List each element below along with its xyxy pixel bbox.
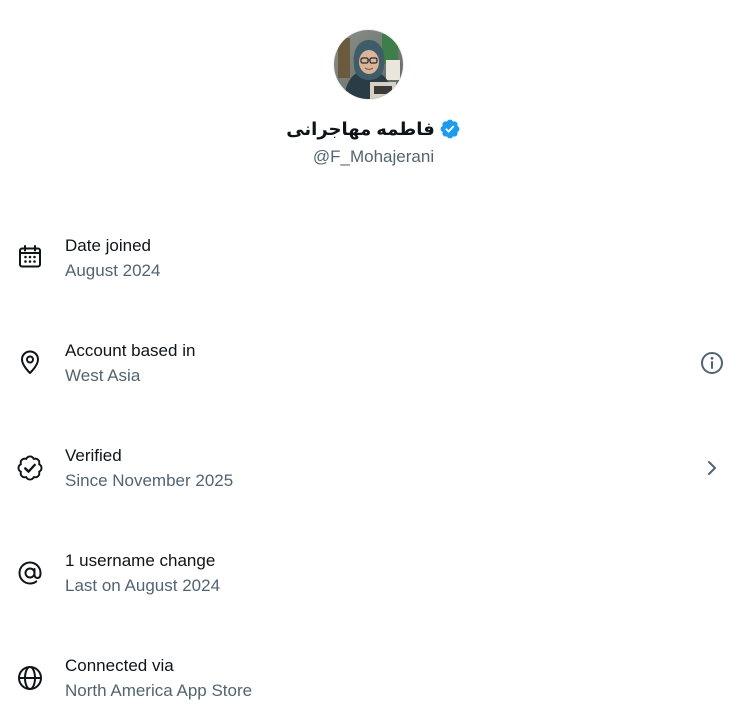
avatar-image — [334, 30, 403, 99]
verified-badge-icon[interactable] — [439, 118, 461, 140]
row-username-change: 1 username change Last on August 2024 — [0, 540, 747, 610]
row-title: Date joined — [65, 236, 152, 255]
chevron-right-icon — [697, 453, 727, 483]
row-subtitle: Last on August 2024 — [65, 576, 221, 595]
row-text: Connected via North America App Store — [65, 655, 252, 702]
row-text: Date joined August 2024 — [65, 235, 160, 282]
row-subtitle: August 2024 — [65, 261, 161, 280]
row-title: 1 username change — [65, 551, 216, 570]
row-date-joined: Date joined August 2024 — [0, 225, 747, 295]
globe-icon — [15, 663, 45, 693]
avatar[interactable] — [334, 30, 403, 99]
name-row: فاطمه مهاجرانی — [0, 115, 747, 143]
info-icon[interactable] — [697, 348, 727, 378]
row-verified[interactable]: Verified Since November 2025 — [0, 435, 747, 505]
row-text: Verified Since November 2025 — [65, 445, 233, 492]
verified-check-icon — [15, 453, 45, 483]
location-pin-icon — [15, 347, 45, 377]
row-subtitle: West Asia — [65, 366, 141, 385]
display-name: فاطمه مهاجرانی — [286, 119, 435, 139]
profile-handle: @F_Mohajerani — [312, 147, 435, 166]
row-text: Account based in West Asia — [65, 340, 195, 387]
at-sign-icon — [15, 558, 45, 588]
row-account-based-in: Account based in West Asia — [0, 330, 747, 400]
row-title: Account based in — [65, 341, 196, 360]
calendar-icon — [15, 242, 45, 272]
row-title: Connected via — [65, 656, 174, 675]
row-title: Verified — [65, 446, 122, 465]
row-subtitle: Since November 2025 — [65, 471, 234, 490]
row-text: 1 username change Last on August 2024 — [65, 550, 220, 597]
profile-header: فاطمه مهاجرانی @F_Mohajerani — [0, 0, 747, 200]
row-connected-via: Connected via North America App Store — [0, 645, 747, 715]
row-subtitle: North America App Store — [65, 681, 253, 700]
